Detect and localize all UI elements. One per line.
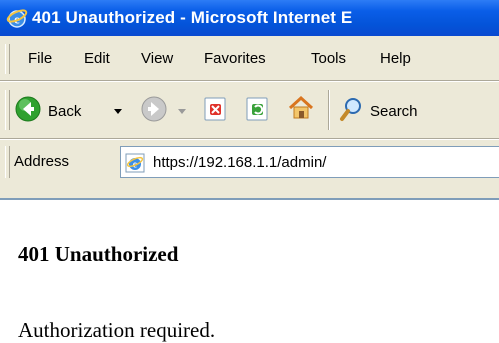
- refresh-icon: [246, 97, 268, 121]
- page-content: 401 Unauthorized Authorization required.: [0, 200, 499, 342]
- menu-help[interactable]: Help: [380, 50, 411, 67]
- window-title: 401 Unauthorized - Microsoft Internet E: [32, 8, 353, 27]
- menubar-grip[interactable]: [5, 44, 10, 74]
- page-message: Authorization required.: [18, 318, 216, 342]
- internet-explorer-icon: e: [6, 9, 28, 28]
- back-arrow-icon: [15, 96, 41, 122]
- page-icon: e: [125, 153, 145, 173]
- forward-dropdown-arrow[interactable]: [178, 109, 186, 114]
- toolbar-grip[interactable]: [5, 90, 10, 130]
- menu-bar: File Edit View Favorites Tools Help: [0, 36, 499, 80]
- address-bar: Address e https://192.168.1.1/admin/: [0, 140, 499, 184]
- menu-file[interactable]: File: [28, 50, 52, 67]
- address-input[interactable]: e https://192.168.1.1/admin/: [120, 146, 499, 178]
- refresh-button[interactable]: [244, 95, 272, 123]
- stop-button[interactable]: [202, 95, 230, 123]
- search-icon: [340, 98, 361, 121]
- standard-toolbar: Back Search: [0, 82, 499, 138]
- menu-edit[interactable]: Edit: [84, 50, 110, 67]
- address-url: https://192.168.1.1/admin/: [153, 154, 327, 171]
- addressbar-grip[interactable]: [5, 146, 10, 178]
- stop-icon: [204, 97, 226, 121]
- back-button[interactable]: Back: [14, 82, 134, 138]
- menu-favorites[interactable]: Favorites: [204, 50, 266, 67]
- back-label: Back: [48, 103, 82, 120]
- forward-button[interactable]: [140, 82, 196, 138]
- page-heading: 401 Unauthorized: [18, 242, 179, 266]
- home-icon: [288, 95, 314, 119]
- address-label: Address: [14, 153, 70, 170]
- title-bar[interactable]: e 401 Unauthorized - Microsoft Internet …: [0, 0, 499, 36]
- home-button[interactable]: [286, 93, 316, 123]
- menu-tools[interactable]: Tools: [311, 50, 346, 67]
- forward-arrow-icon: [141, 96, 167, 122]
- search-label: Search: [370, 103, 418, 120]
- menu-view[interactable]: View: [141, 50, 173, 67]
- back-dropdown-arrow[interactable]: [114, 109, 122, 114]
- search-button[interactable]: Search: [338, 82, 499, 138]
- toolbar-separator: [328, 90, 330, 130]
